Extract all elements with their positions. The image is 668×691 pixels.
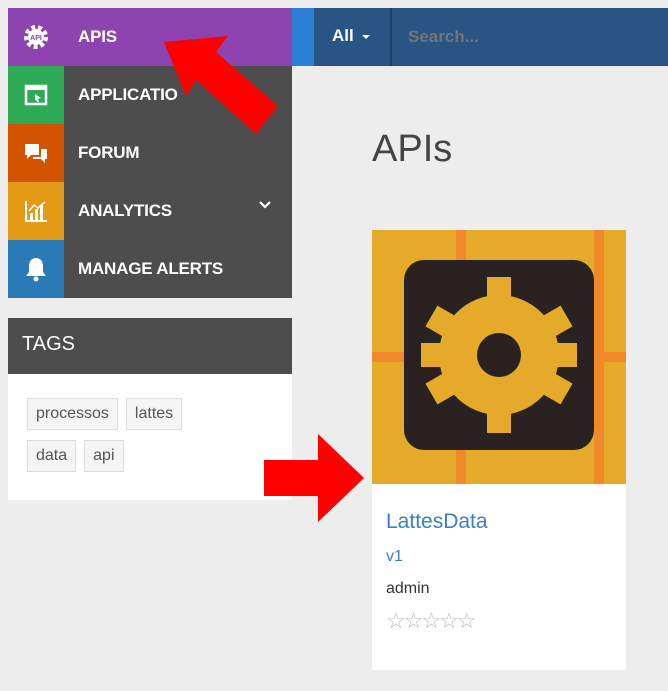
api-thumbnail[interactable] — [372, 230, 626, 484]
nav-item-label: ANALYTICS — [78, 201, 172, 220]
nav-item-label: MANAGE ALERTS — [78, 259, 224, 278]
api-owner: admin — [386, 580, 430, 597]
tag-item[interactable]: data — [27, 440, 77, 472]
caret-down-icon — [362, 34, 371, 39]
tag-list: processos lattes data api — [8, 374, 292, 482]
topbar-divider — [390, 8, 392, 66]
api-gear-icon: API — [8, 8, 64, 66]
gear-icon — [372, 230, 626, 484]
chevron-down-icon[interactable] — [258, 200, 272, 210]
nav-item-manage-alerts[interactable]: MANAGE ALERTS — [8, 240, 292, 298]
tags-heading: TAGS — [8, 318, 292, 374]
api-card[interactable]: LattesData v1 admin ☆☆☆☆☆ — [372, 230, 626, 670]
svg-text:API: API — [30, 35, 42, 42]
page: API APIS APPLICATIO FORUM ANALYTICS MANA… — [0, 0, 668, 691]
annotation-arrow-icon — [264, 434, 364, 522]
filter-dropdown[interactable]: All — [332, 26, 371, 46]
star-rating[interactable]: ☆☆☆☆☆ — [386, 608, 626, 634]
nav-item-analytics[interactable]: ANALYTICS — [8, 182, 292, 240]
annotation-arrow-icon — [164, 36, 278, 134]
chat-bubbles-icon — [8, 124, 64, 182]
tag-item[interactable]: processos — [27, 398, 118, 430]
tag-item[interactable]: lattes — [125, 398, 183, 430]
filter-label: All — [332, 26, 354, 45]
api-card-body: LattesData v1 admin ☆☆☆☆☆ — [372, 484, 626, 634]
nav-item-label: FORUM — [78, 143, 140, 162]
application-window-icon — [8, 66, 64, 124]
bell-icon — [8, 240, 64, 298]
topbar-accent — [292, 8, 314, 66]
api-version: v1 — [386, 548, 403, 565]
page-title: APIs — [372, 128, 453, 170]
top-search-bar: All — [292, 8, 668, 66]
tag-item[interactable]: api — [84, 440, 124, 472]
api-name-link[interactable]: LattesData — [386, 510, 626, 534]
tags-panel: TAGS processos lattes data api — [8, 318, 292, 500]
nav-item-label: APIS — [78, 27, 117, 46]
bar-chart-icon — [8, 182, 64, 240]
search-input[interactable] — [408, 27, 648, 47]
